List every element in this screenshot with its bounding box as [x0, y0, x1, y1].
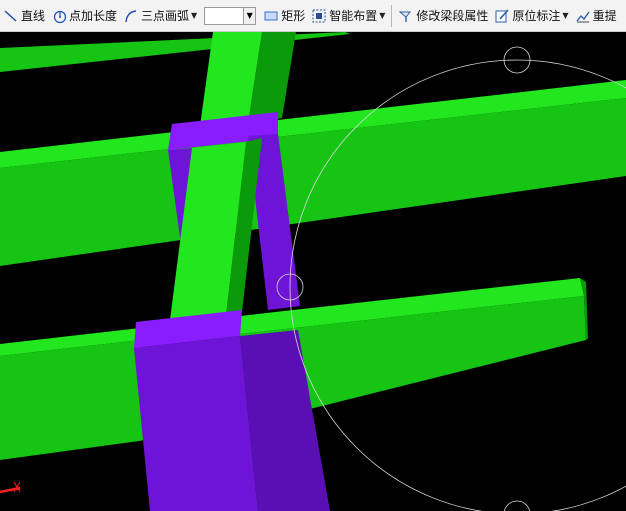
line-icon [4, 9, 17, 22]
smart-layout-tool[interactable]: 智能布置 ▼ [308, 4, 388, 28]
rect-icon [264, 11, 278, 20]
point-length-tool[interactable]: 点加长度 [48, 4, 120, 28]
point-length-icon [53, 10, 67, 23]
in-situ-label: 原位标注 [512, 9, 561, 23]
point-length-label: 点加长度 [69, 9, 118, 23]
modify-beam-icon [399, 11, 412, 22]
rect-tool-label: 矩形 [281, 9, 306, 23]
modify-beam-tool[interactable]: 修改梁段属性 [395, 4, 491, 28]
in-situ-dropdown-icon[interactable]: ▼ [562, 11, 568, 20]
in-situ-icon [495, 8, 510, 22]
re-extract-label: 重提 [592, 9, 617, 23]
width-combo-value[interactable] [204, 6, 245, 25]
toolbar-separator [391, 4, 393, 27]
arc-dropdown-icon[interactable]: ▼ [191, 11, 197, 20]
line-tool-label: 直线 [21, 9, 46, 23]
width-combo[interactable]: ▼ [204, 6, 257, 26]
smart-layout-dropdown-icon[interactable]: ▼ [379, 11, 385, 20]
smart-layout-icon [312, 9, 326, 22]
modify-beam-label: 修改梁段属性 [416, 9, 489, 23]
arc-icon [125, 9, 137, 22]
in-situ-tool[interactable]: 原位标注 ▼ [491, 4, 571, 28]
arc-tool[interactable]: 三点画弧 ▼ [120, 4, 200, 28]
drawing-toolbar: 直线 点加长度 三点画弧 ▼ ▼ 矩形 智能布置 ▼ 修改梁段属性 原位标注 ▼… [0, 0, 626, 32]
rect-tool[interactable]: 矩形 [260, 4, 308, 28]
3d-viewport[interactable] [0, 32, 626, 511]
arc-tool-label: 三点画弧 [141, 9, 190, 23]
chevron-down-icon[interactable]: ▼ [244, 6, 257, 25]
line-tool[interactable]: 直线 [0, 4, 48, 28]
re-extract-icon [576, 11, 590, 22]
purple-lower-front[interactable] [134, 336, 258, 511]
beam-lower-left-face[interactable] [0, 340, 146, 460]
re-extract-tool[interactable]: 重提 [572, 4, 620, 28]
smart-layout-label: 智能布置 [329, 9, 378, 23]
